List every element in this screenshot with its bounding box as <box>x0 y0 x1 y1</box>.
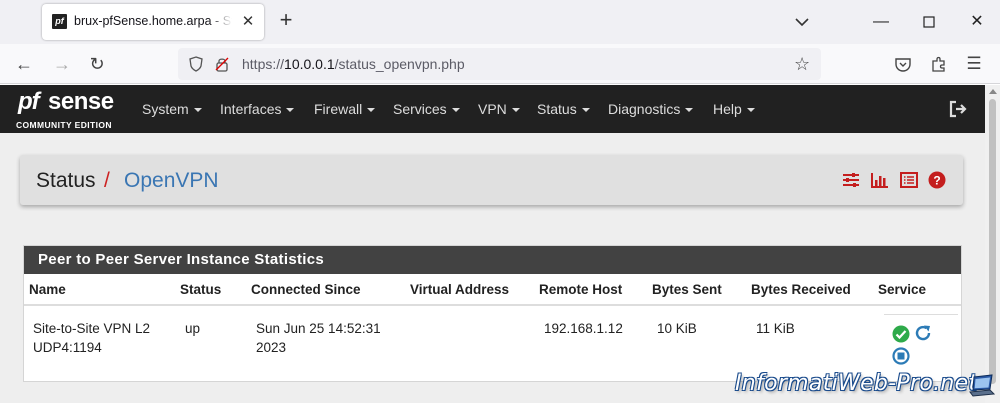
new-tab-icon[interactable]: + <box>276 9 296 31</box>
menu-system[interactable]: System <box>142 101 202 117</box>
caret-down-icon <box>193 108 202 113</box>
cell-bytes-sent: 10 KiB <box>657 321 697 336</box>
column-header-service: Service <box>878 282 927 297</box>
help-question-icon[interactable]: ? <box>928 171 946 189</box>
cell-bytes-received: 11 KiB <box>756 321 795 336</box>
logo-sense: sense <box>48 88 114 115</box>
pfsense-logo[interactable]: pf sense COMMUNITY EDITION <box>16 88 126 130</box>
restart-service-icon[interactable] <box>914 324 932 342</box>
cell-connected-line1: Sun Jun 25 14:52:31 <box>256 321 381 336</box>
breadcrumb-status: Status <box>36 169 96 192</box>
extensions-icon[interactable] <box>930 55 948 73</box>
caret-down-icon <box>367 108 376 113</box>
browser-titlebar: pf brux-pfSense.home.arpa - Status: Open… <box>0 0 1000 44</box>
caret-down-icon <box>511 108 520 113</box>
stop-service-icon[interactable] <box>892 347 910 365</box>
scroll-thumb[interactable] <box>989 99 996 384</box>
caret-down-icon <box>685 108 694 113</box>
breadcrumb-separator: / <box>104 169 110 192</box>
close-tab-icon[interactable]: ✕ <box>238 12 258 32</box>
bar-chart-icon[interactable] <box>871 171 889 189</box>
menu-diagnostics-label: Diagnostics <box>608 101 681 117</box>
url-bar[interactable]: https://10.0.0.1/status_openvpn.php ☆ <box>178 48 821 80</box>
watermark-text: InformatiWeb-Pro.net <box>735 371 978 396</box>
url-prefix: https:// <box>242 56 285 72</box>
menu-status[interactable]: Status <box>537 101 590 117</box>
menu-diagnostics[interactable]: Diagnostics <box>608 101 694 117</box>
column-header-name: Name <box>29 282 66 297</box>
column-header-bytes-sent: Bytes Sent <box>652 282 722 297</box>
menu-services[interactable]: Services <box>393 101 460 117</box>
page-scrollbar[interactable] <box>985 85 1000 403</box>
column-header-connected-since: Connected Since <box>251 282 361 297</box>
menu-firewall-label: Firewall <box>314 101 363 117</box>
svg-text:?: ? <box>933 174 940 188</box>
menu-hamburger-icon[interactable]: ☰ <box>962 52 986 76</box>
panel-header: Peer to Peer Server Instance Statistics <box>24 246 961 274</box>
column-header-bytes-received: Bytes Received <box>751 282 851 297</box>
browser-navbar: ← → ↻ https://10.0.0.1/status_openvpn.ph… <box>0 44 1000 84</box>
bookmark-star-icon[interactable]: ☆ <box>794 54 814 74</box>
laptop-icon <box>969 374 996 397</box>
url-host: 10.0.0.1 <box>284 56 335 72</box>
column-header-virtual-address: Virtual Address <box>410 282 510 297</box>
logout-icon[interactable] <box>948 99 968 119</box>
cell-connected-line2: 2023 <box>256 340 287 355</box>
cell-status: up <box>185 321 201 336</box>
logo-edition: COMMUNITY EDITION <box>16 120 112 130</box>
menu-interfaces[interactable]: Interfaces <box>220 101 295 117</box>
tab-title: brux-pfSense.home.arpa - Status: OpenVPN <box>74 14 232 28</box>
pfsense-navbar: pf sense COMMUNITY EDITION System Interf… <box>0 85 985 133</box>
panel-title: Peer to Peer Server Instance Statistics <box>38 251 325 268</box>
menu-vpn-label: VPN <box>478 101 507 117</box>
column-header-status: Status <box>180 282 222 297</box>
back-icon[interactable]: ← <box>12 52 36 76</box>
url-path: /status_openvpn.php <box>334 56 465 72</box>
chevron-down-icon[interactable] <box>792 12 812 32</box>
forward-icon[interactable]: → <box>50 52 74 76</box>
pocket-icon[interactable] <box>894 56 912 74</box>
cell-name-line1: Site-to-Site VPN L2 <box>33 321 151 336</box>
menu-vpn[interactable]: VPN <box>478 101 520 117</box>
lock-icon[interactable] <box>214 56 230 72</box>
log-list-icon[interactable] <box>900 171 918 189</box>
page-content: Status / OpenVPN ? Peer to Peer Server I… <box>0 133 985 403</box>
reload-icon[interactable]: ↻ <box>85 52 109 76</box>
menu-services-label: Services <box>393 101 447 117</box>
maximize-icon[interactable] <box>914 8 944 36</box>
close-window-icon[interactable]: ✕ <box>962 8 992 36</box>
minimize-icon[interactable]: — <box>866 8 896 36</box>
cell-service <box>884 314 958 376</box>
menu-help[interactable]: Help <box>713 101 755 117</box>
server-statistics-panel: Peer to Peer Server Instance Statistics … <box>23 245 962 382</box>
column-header-remote-host: Remote Host <box>539 282 623 297</box>
browser-tab[interactable]: pf brux-pfSense.home.arpa - Status: Open… <box>42 4 264 40</box>
breadcrumb-openvpn[interactable]: OpenVPN <box>124 169 219 193</box>
menu-firewall[interactable]: Firewall <box>314 101 376 117</box>
menu-system-label: System <box>142 101 189 117</box>
table-header-divider <box>24 304 961 306</box>
menu-status-label: Status <box>537 101 577 117</box>
caret-down-icon <box>581 108 590 113</box>
scroll-up-arrow-icon[interactable] <box>989 89 997 94</box>
menu-interfaces-label: Interfaces <box>220 101 282 117</box>
tracking-shield-icon[interactable] <box>188 56 204 72</box>
caret-down-icon <box>286 108 295 113</box>
breadcrumb: Status / OpenVPN ? <box>20 155 963 205</box>
cell-name-line2: UDP4:1194 <box>33 340 102 355</box>
logo-pf: pf <box>18 88 40 115</box>
menu-help-label: Help <box>713 101 742 117</box>
url-text[interactable]: https://10.0.0.1/status_openvpn.php <box>242 56 465 72</box>
pfsense-favicon-icon: pf <box>52 14 67 29</box>
cell-remote-host: 192.168.1.12 <box>544 321 623 336</box>
settings-sliders-icon[interactable] <box>842 171 860 189</box>
service-running-check-icon <box>892 325 910 343</box>
caret-down-icon <box>746 108 755 113</box>
caret-down-icon <box>451 108 460 113</box>
